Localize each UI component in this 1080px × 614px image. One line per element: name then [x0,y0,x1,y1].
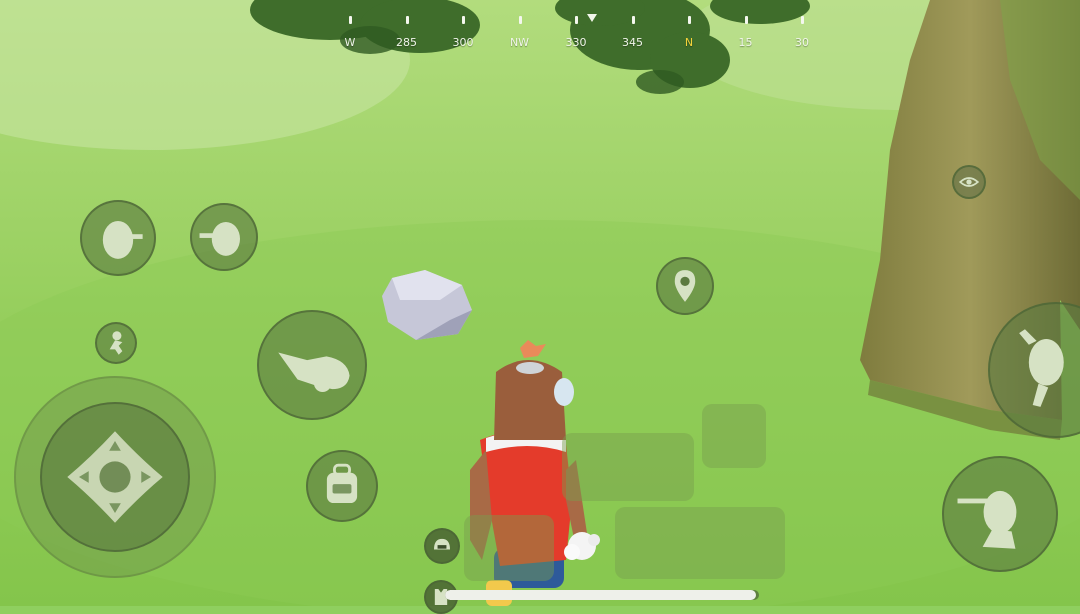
compass-tick [801,16,804,24]
peek-left-icon [102,220,143,259]
movement-joystick[interactable] [14,376,216,578]
compass-tick-label: 15 [738,36,753,49]
helmet-slot[interactable] [424,528,460,564]
compass-tick-label: N [684,36,694,49]
fire-button[interactable] [942,456,1058,572]
sprint-button[interactable] [95,322,137,364]
quick-slot-4[interactable] [464,515,554,581]
compass-bar: W 285 300 NW 330 345 N 15 30 [330,10,810,49]
jump-figure-icon [1019,329,1064,407]
health-bar [445,590,759,600]
compass-tick [405,16,409,24]
health-bar-fill [445,590,756,600]
compass-tick [631,16,635,24]
map-marker-button[interactable] [656,257,714,315]
compass-tick-label: W [344,36,356,49]
compass-tick-label: 330 [565,36,587,49]
map-pin-icon [674,270,696,302]
quick-slot-1[interactable] [562,433,694,501]
dpad-joystick-icon [67,431,163,523]
lean-right-button[interactable] [190,203,258,271]
crouch-shoot-icon [957,490,1017,549]
compass-tick-label: 345 [622,36,643,49]
compass-tick [462,16,465,24]
compass-tick [518,16,522,24]
compass-tick-label: 30 [795,36,809,49]
free-look-button[interactable] [952,165,986,199]
jump-button[interactable] [988,302,1080,438]
compass-tick-label: NW [509,36,530,49]
compass-tick [688,16,691,24]
backpack-button[interactable] [306,450,378,522]
helmet-icon [434,538,450,550]
compass-tick [349,16,352,24]
backpack-icon [326,463,358,503]
quick-slot-2[interactable] [702,404,766,468]
peek-right-icon [199,221,240,256]
quick-slot-3[interactable] [615,507,785,579]
running-figure-icon [109,331,123,355]
compass-tick-label: 285 [396,36,417,49]
compass-tick [744,16,748,24]
prone-button[interactable] [257,310,367,420]
compass-tick-label: 300 [452,36,474,49]
lean-left-button[interactable] [80,200,156,276]
compass-tick [575,16,578,24]
compass-pointer-icon [587,14,597,22]
eye-icon [958,177,980,187]
prone-dive-icon [278,352,350,392]
joystick-knob[interactable] [40,402,190,552]
